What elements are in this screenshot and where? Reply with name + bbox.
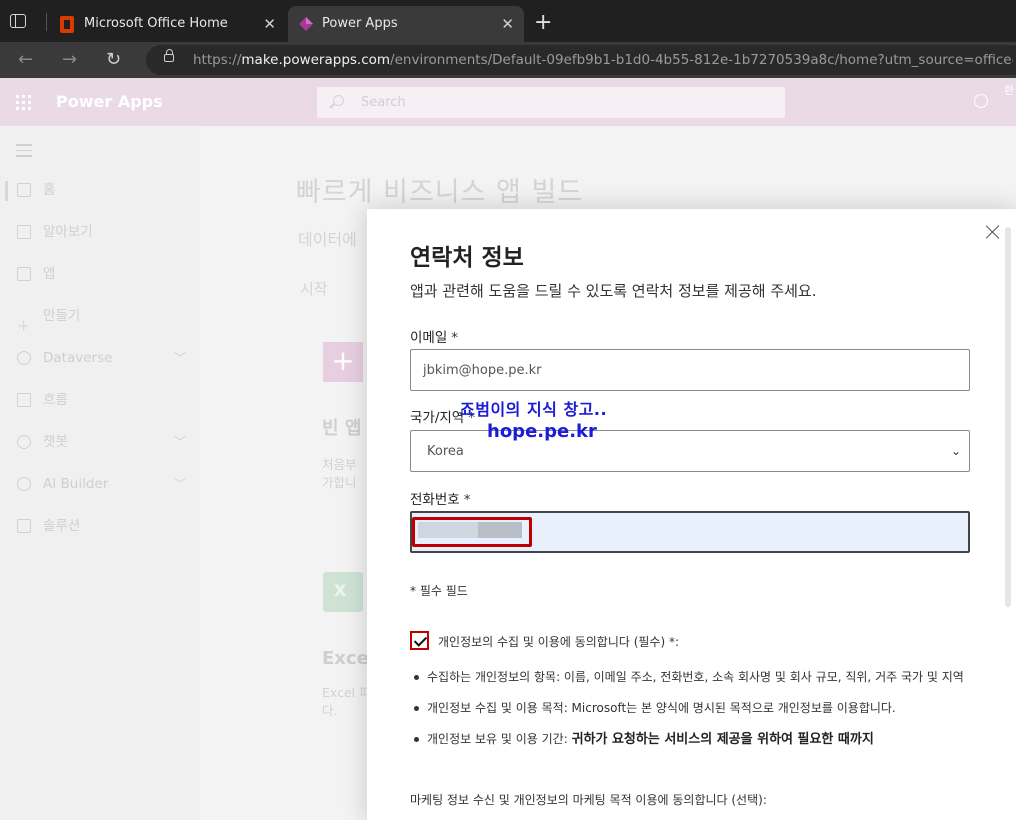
hamburger-menu-icon[interactable]	[16, 144, 32, 161]
browser-tab-bar: Microsoft Office Home ✕ Power Apps ✕ +	[0, 0, 1016, 42]
sidebar-item-dataverse[interactable]: Dataverse ﹀	[0, 340, 200, 376]
tab-title: Power Apps	[322, 16, 398, 31]
chevron-down-icon[interactable]: ﹀	[174, 424, 186, 460]
reload-icon[interactable]: ↻	[106, 48, 121, 72]
sidebar-item-label: Dataverse	[43, 350, 113, 366]
new-tab-button[interactable]: +	[534, 8, 552, 38]
tab-close-icon[interactable]: ✕	[501, 6, 514, 42]
card-title[interactable]: 빈 앱	[322, 414, 361, 440]
sidebar-item-learn[interactable]: 알아보기	[0, 214, 200, 250]
sidebar-item-label: 앱	[43, 266, 56, 282]
chevron-down-icon: ⌄	[950, 444, 961, 458]
sidebar-item-label: AI Builder	[43, 476, 109, 492]
search-input[interactable]: Search	[317, 87, 785, 118]
url-text: https://make.powerapps.com/environments/…	[193, 45, 1013, 75]
email-label: 이메일 *	[410, 330, 459, 346]
consent-details: 수집하는 개인정보의 항목: 이름, 이메일 주소, 전화번호, 소속 회사명 …	[412, 669, 972, 748]
close-icon[interactable]	[984, 223, 1002, 241]
start-heading: 시작	[300, 280, 328, 298]
tab-separator	[46, 13, 47, 31]
environment-label[interactable]: 환	[1004, 84, 1016, 98]
url-host: make.powerapps.com	[241, 52, 391, 68]
dialog-subtitle: 앱과 관련해 도움을 드릴 수 있도록 연락처 정보를 제공해 주세요.	[410, 282, 817, 300]
email-field[interactable]: jbkim@hope.pe.kr	[410, 349, 970, 391]
search-icon	[333, 95, 344, 106]
consent-checkbox[interactable]	[410, 631, 429, 650]
sidebar-item-solutions[interactable]: 솔루션	[0, 508, 200, 544]
tab-microsoft-office-home[interactable]: Microsoft Office Home ✕	[50, 6, 286, 42]
sidebar-item-label: 챗봇	[43, 434, 68, 450]
back-arrow-icon[interactable]: ←	[18, 48, 33, 72]
database-icon	[17, 351, 31, 365]
contact-info-dialog: 연락처 정보 앱과 관련해 도움을 드릴 수 있도록 연락처 정보를 제공해 주…	[367, 209, 1016, 820]
app-launcher-icon[interactable]	[16, 95, 32, 111]
card-text: Excel 파	[322, 685, 371, 700]
dialog-title: 연락처 정보	[410, 245, 524, 271]
tab-title: Microsoft Office Home	[84, 16, 228, 31]
sidebar-item-label: 흐름	[43, 392, 68, 408]
phone-label: 전화번호 *	[410, 492, 471, 508]
chevron-down-icon[interactable]: ﹀	[174, 340, 186, 376]
sidebar-item-label: 알아보기	[43, 224, 93, 240]
sidebar-item-create[interactable]: ＋ 만들기	[0, 298, 200, 335]
dialog-scrollbar[interactable]	[1005, 227, 1011, 607]
sidebar-item-apps[interactable]: 앱	[0, 256, 200, 292]
solution-icon	[17, 519, 31, 533]
plus-icon: ＋	[17, 319, 31, 335]
watermark-url: hope.pe.kr	[487, 421, 597, 442]
search-placeholder: Search	[361, 95, 406, 110]
redacted-value	[478, 522, 522, 538]
card-text: 가합니	[322, 475, 357, 490]
bot-icon	[17, 435, 31, 449]
url-scheme: https://	[193, 52, 242, 68]
page-title: 빠르게 비즈니스 앱 빌드	[296, 177, 584, 208]
list-item: 수집하는 개인정보의 항목: 이름, 이메일 주소, 전화번호, 소속 회사명 …	[412, 669, 972, 685]
country-value: Korea	[427, 444, 464, 459]
sidebar-item-label: 솔루션	[43, 518, 81, 534]
office-logo-icon	[60, 16, 74, 33]
url-field[interactable]: https://make.powerapps.com/environments/…	[146, 45, 1016, 75]
marketing-consent-label: 마케팅 정보 수신 및 개인정보의 마케팅 목적 이용에 동의합니다 (선택):	[410, 793, 767, 807]
tab-close-icon[interactable]: ✕	[263, 6, 276, 42]
active-indicator	[5, 181, 8, 201]
forward-arrow-icon[interactable]: →	[62, 48, 77, 72]
lock-icon[interactable]	[164, 49, 174, 62]
sidebar-item-home[interactable]: 홈	[0, 172, 200, 208]
email-value: jbkim@hope.pe.kr	[423, 363, 542, 378]
sidebar-item-label: 홈	[43, 182, 56, 198]
phone-field[interactable]	[410, 511, 970, 553]
list-item: 개인정보 보유 및 이용 기간: 귀하가 요청하는 서비스의 제공을 위하여 필…	[412, 731, 972, 748]
apps-icon	[17, 267, 31, 281]
tab-power-apps[interactable]: Power Apps ✕	[288, 6, 524, 42]
watermark-text: 죠범이의 지식 창고..	[460, 400, 608, 419]
card-text: 처음부	[322, 457, 357, 472]
left-navigation: 홈 알아보기 앱 ＋ 만들기 Dataverse ﹀ 흐름 챗봇 ﹀ AI Bu…	[0, 126, 200, 820]
app-name[interactable]: Power Apps	[56, 78, 163, 126]
chevron-down-icon[interactable]: ﹀	[174, 466, 186, 502]
sidebar-item-flows[interactable]: 흐름	[0, 382, 200, 418]
home-icon	[17, 183, 31, 197]
environment-icon[interactable]	[974, 94, 988, 108]
url-path: /environments/Default-09efb9b1-b1d0-4b55…	[390, 52, 1013, 68]
book-icon	[17, 225, 31, 239]
sidebar-item-label: 만들기	[43, 308, 81, 324]
list-item: 개인정보 수집 및 이용 목적: Microsoft는 본 양식에 명시된 목적…	[412, 700, 972, 716]
page-subtitle: 데이터에	[298, 230, 357, 249]
blank-app-plus-icon[interactable]: +	[323, 342, 363, 382]
app-header: Power Apps Search 환	[0, 78, 1016, 126]
tab-actions-icon[interactable]	[10, 14, 26, 28]
sidebar-item-chatbots[interactable]: 챗봇 ﹀	[0, 424, 200, 460]
card-text: 다.	[322, 703, 338, 718]
power-apps-logo-icon	[299, 17, 313, 31]
flow-icon	[17, 393, 31, 407]
consent-label: 개인정보의 수집 및 이용에 동의합니다 (필수) *:	[438, 635, 680, 649]
sidebar-item-ai-builder[interactable]: AI Builder ﹀	[0, 466, 200, 502]
ai-icon	[17, 477, 31, 491]
redacted-value	[418, 522, 478, 538]
browser-address-bar: ← → ↻ https://make.powerapps.com/environ…	[0, 42, 1016, 78]
excel-icon[interactable]	[323, 572, 363, 612]
required-note: * 필수 필드	[410, 584, 468, 598]
